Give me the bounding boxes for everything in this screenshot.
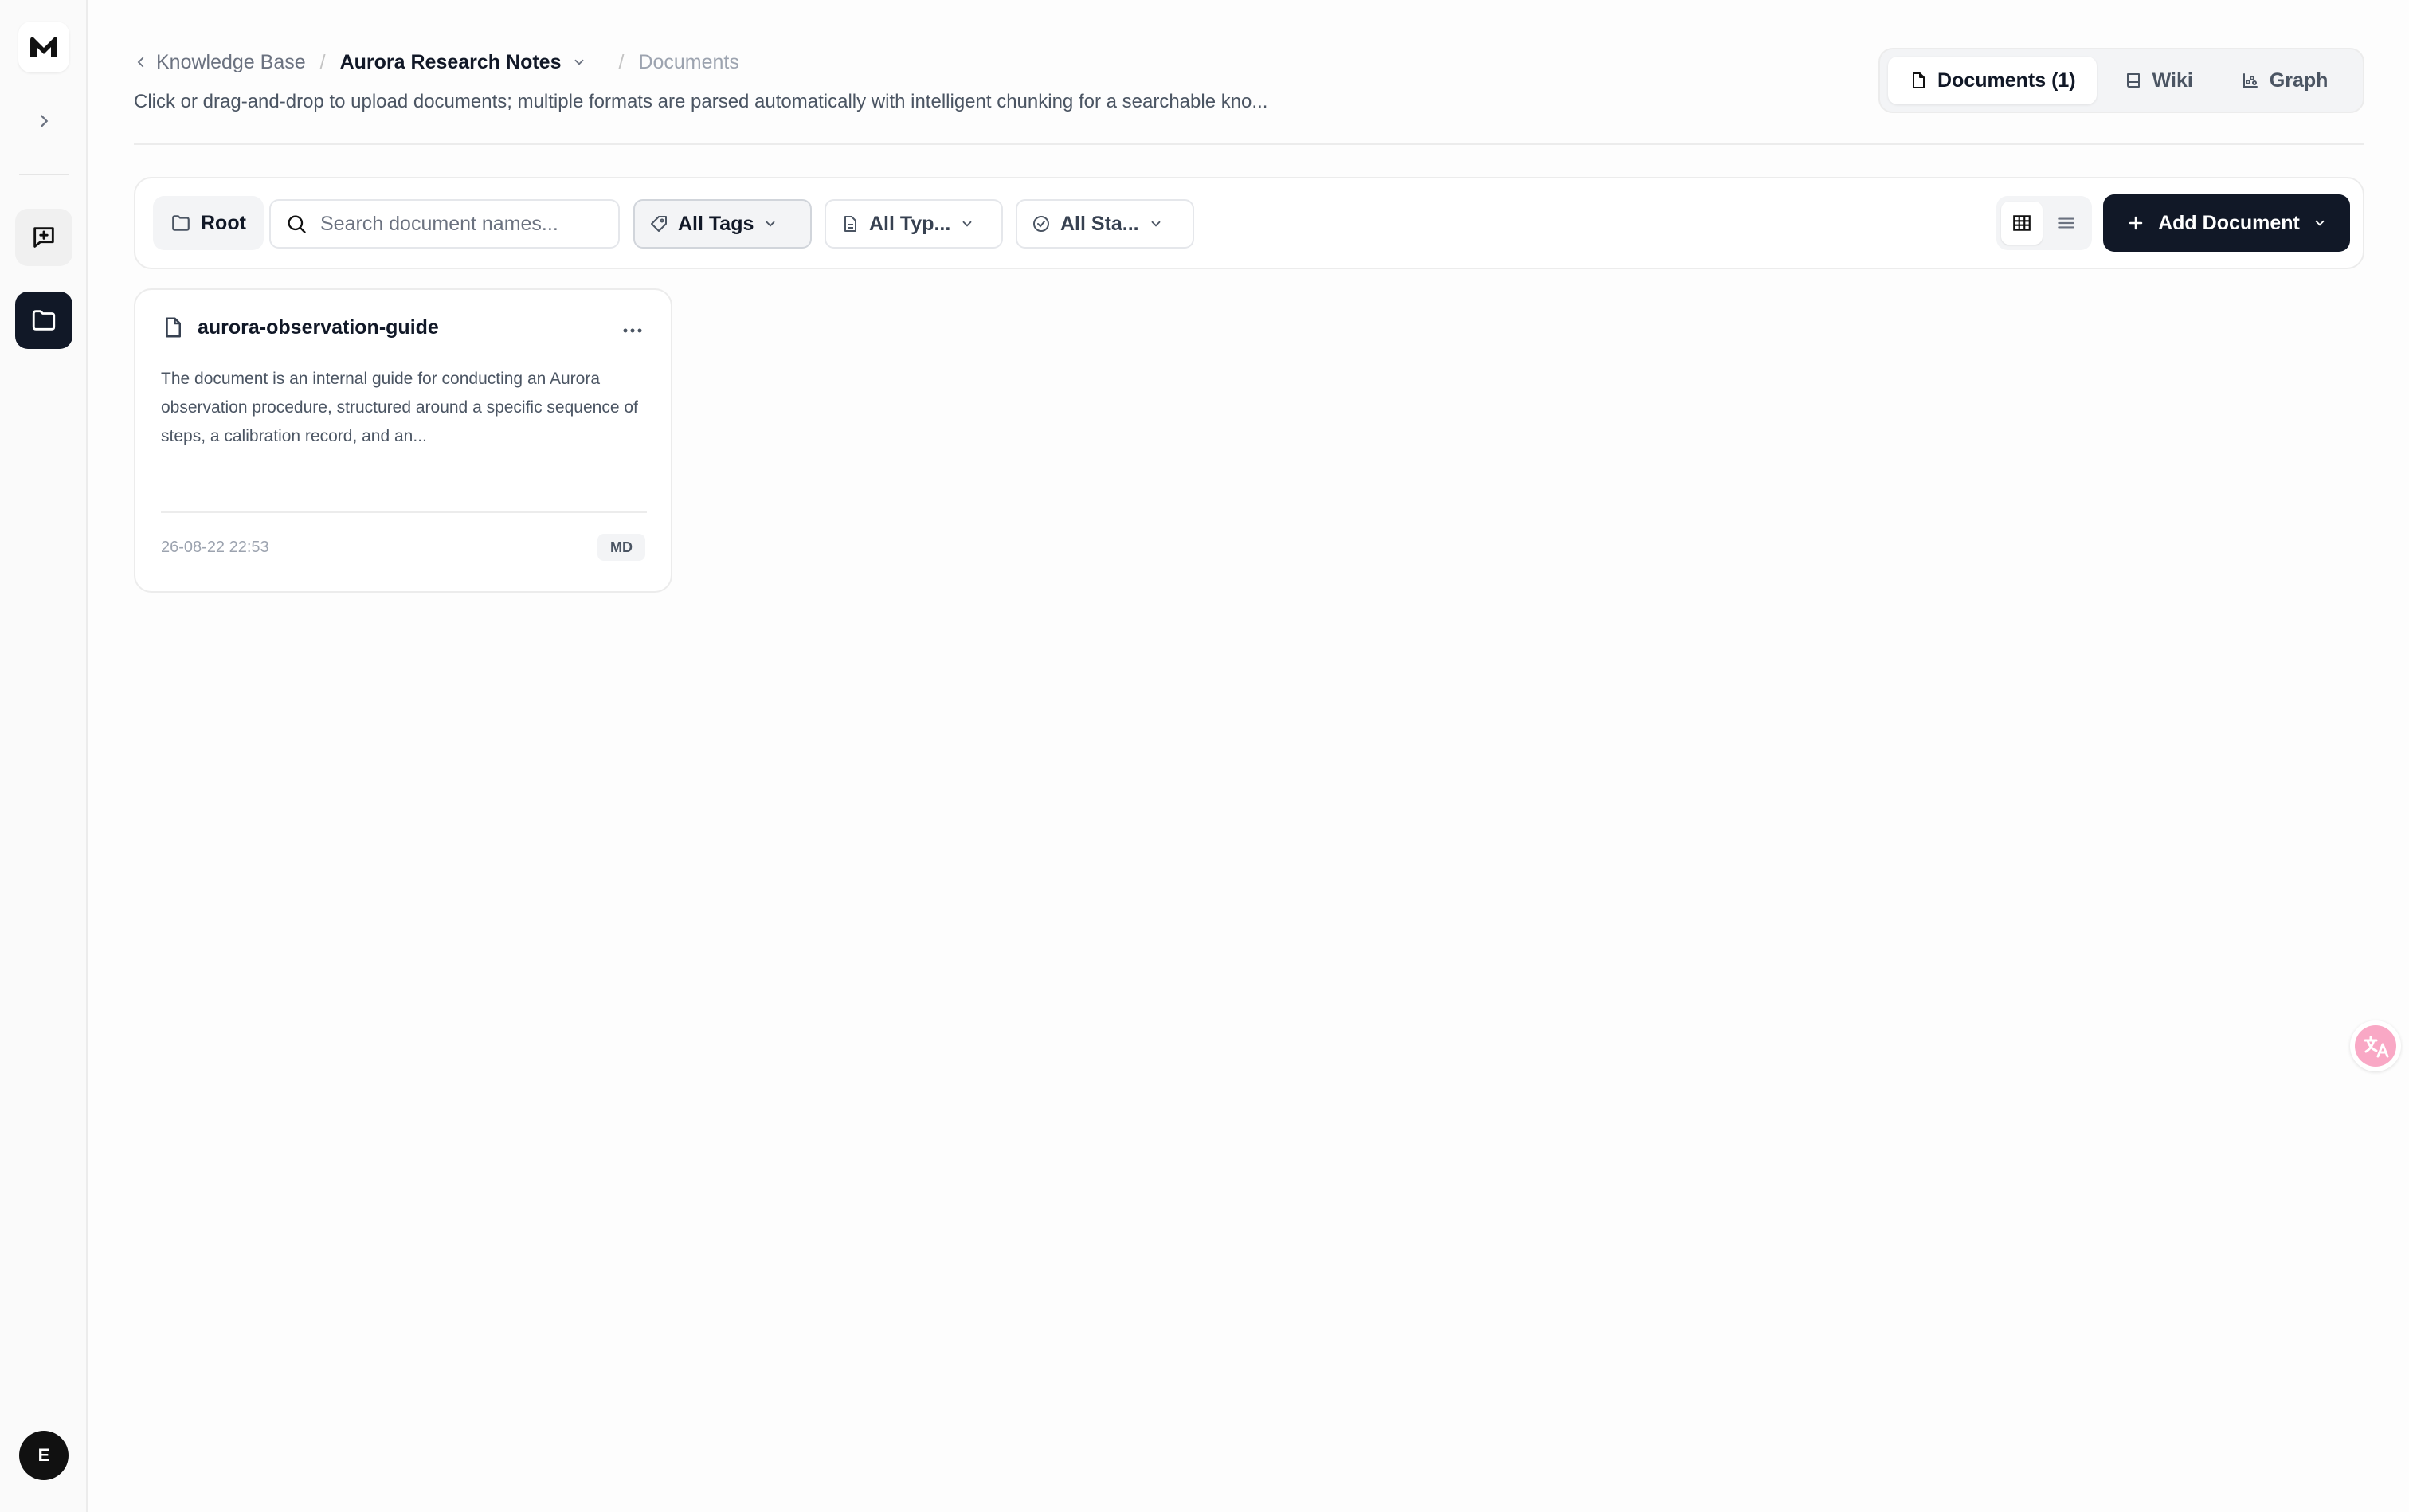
document-toolbar: Root All Tags All Typ... All Sta...	[134, 177, 2364, 269]
user-avatar[interactable]: E	[19, 1431, 69, 1480]
tag-icon	[651, 216, 667, 232]
type-filter-label: All Typ...	[869, 212, 951, 235]
search-box	[269, 199, 620, 249]
knowledge-base-name: Aurora Research Notes	[339, 50, 562, 73]
chevron-down-icon	[766, 221, 775, 227]
tab-graph[interactable]: Graph	[2220, 57, 2349, 104]
sidebar-item-knowledge-base[interactable]	[15, 292, 72, 349]
breadcrumb-knowledge-base: Knowledge Base	[156, 50, 306, 73]
book-icon	[2126, 73, 2140, 88]
tab-graph-label: Graph	[2269, 69, 2329, 92]
tab-documents-label: Documents (1)	[1937, 69, 2076, 92]
breadcrumb: Knowledge Base / Aurora Research Notes /…	[134, 46, 739, 78]
view-mode-toggle	[1996, 196, 2092, 250]
breadcrumb-back-link[interactable]: Knowledge Base	[134, 51, 306, 74]
list-view-button[interactable]	[2046, 202, 2087, 245]
translate-icon	[2355, 1025, 2396, 1067]
chevron-down-icon	[2315, 220, 2325, 226]
sidebar-item-new-chat[interactable]	[15, 209, 72, 266]
tags-filter[interactable]: All Tags	[633, 199, 812, 249]
status-filter[interactable]: All Sta...	[1016, 199, 1194, 249]
view-tabs: Documents (1) Wiki Graph	[1878, 48, 2364, 113]
breadcrumb-separator: /	[319, 50, 326, 73]
document-date: 26-08-22 22:53	[161, 539, 269, 556]
file-text-icon	[844, 216, 856, 232]
sidebar: E	[0, 0, 88, 1512]
tab-wiki[interactable]: Wiki	[2103, 57, 2214, 104]
plus-icon	[2129, 216, 2143, 230]
add-document-label: Add Document	[2158, 211, 2300, 234]
document-more-button[interactable]	[617, 319, 648, 343]
breadcrumb-separator: /	[618, 50, 625, 73]
add-document-button[interactable]: Add Document	[2103, 194, 2350, 252]
status-filter-label: All Sta...	[1060, 212, 1139, 235]
check-circle-icon	[1033, 216, 1049, 232]
search-input[interactable]	[320, 212, 591, 236]
root-folder-label: Root	[201, 211, 246, 234]
chevron-down-icon	[1151, 221, 1161, 227]
document-title: aurora-observation-guide	[198, 315, 439, 339]
chevron-right-icon	[41, 115, 49, 127]
document-description: The document is an internal guide for co…	[161, 370, 638, 445]
folder-icon	[172, 215, 190, 231]
root-folder-button[interactable]: Root	[153, 196, 264, 250]
document-card-divider	[161, 511, 647, 513]
document-icon	[166, 317, 181, 338]
folder-icon	[32, 310, 56, 331]
document-card[interactable]: aurora-observation-guide The document is…	[134, 288, 672, 593]
message-plus-icon	[33, 227, 54, 248]
page-subtitle: Click or drag-and-drop to upload documen…	[134, 91, 1268, 112]
document-card-header: aurora-observation-guide	[161, 315, 439, 339]
expand-sidebar-button[interactable]	[15, 92, 72, 150]
m-logo-icon	[30, 37, 57, 57]
type-filter[interactable]: All Typ...	[825, 199, 1003, 249]
translate-button[interactable]	[2350, 1020, 2401, 1071]
header-divider	[134, 143, 2364, 145]
document-icon	[1913, 72, 1925, 88]
sidebar-divider	[19, 174, 69, 175]
knowledge-base-selector[interactable]: Aurora Research Notes	[340, 51, 587, 74]
search-icon	[288, 215, 306, 233]
more-horizontal-icon	[623, 328, 642, 333]
chevron-down-icon	[962, 221, 972, 227]
grid-icon	[2013, 215, 2031, 231]
list-icon	[2058, 217, 2074, 229]
tab-wiki-label: Wiki	[2152, 69, 2193, 92]
breadcrumb-current: Documents	[638, 50, 739, 73]
app-logo[interactable]	[18, 22, 69, 72]
tags-filter-label: All Tags	[678, 212, 754, 235]
chevron-left-icon	[137, 57, 144, 68]
document-format-badge: MD	[597, 534, 645, 561]
graph-icon	[2243, 73, 2258, 88]
chevron-down-icon	[575, 59, 584, 65]
grid-view-button[interactable]	[2001, 202, 2043, 245]
tab-documents[interactable]: Documents (1)	[1888, 57, 2097, 104]
